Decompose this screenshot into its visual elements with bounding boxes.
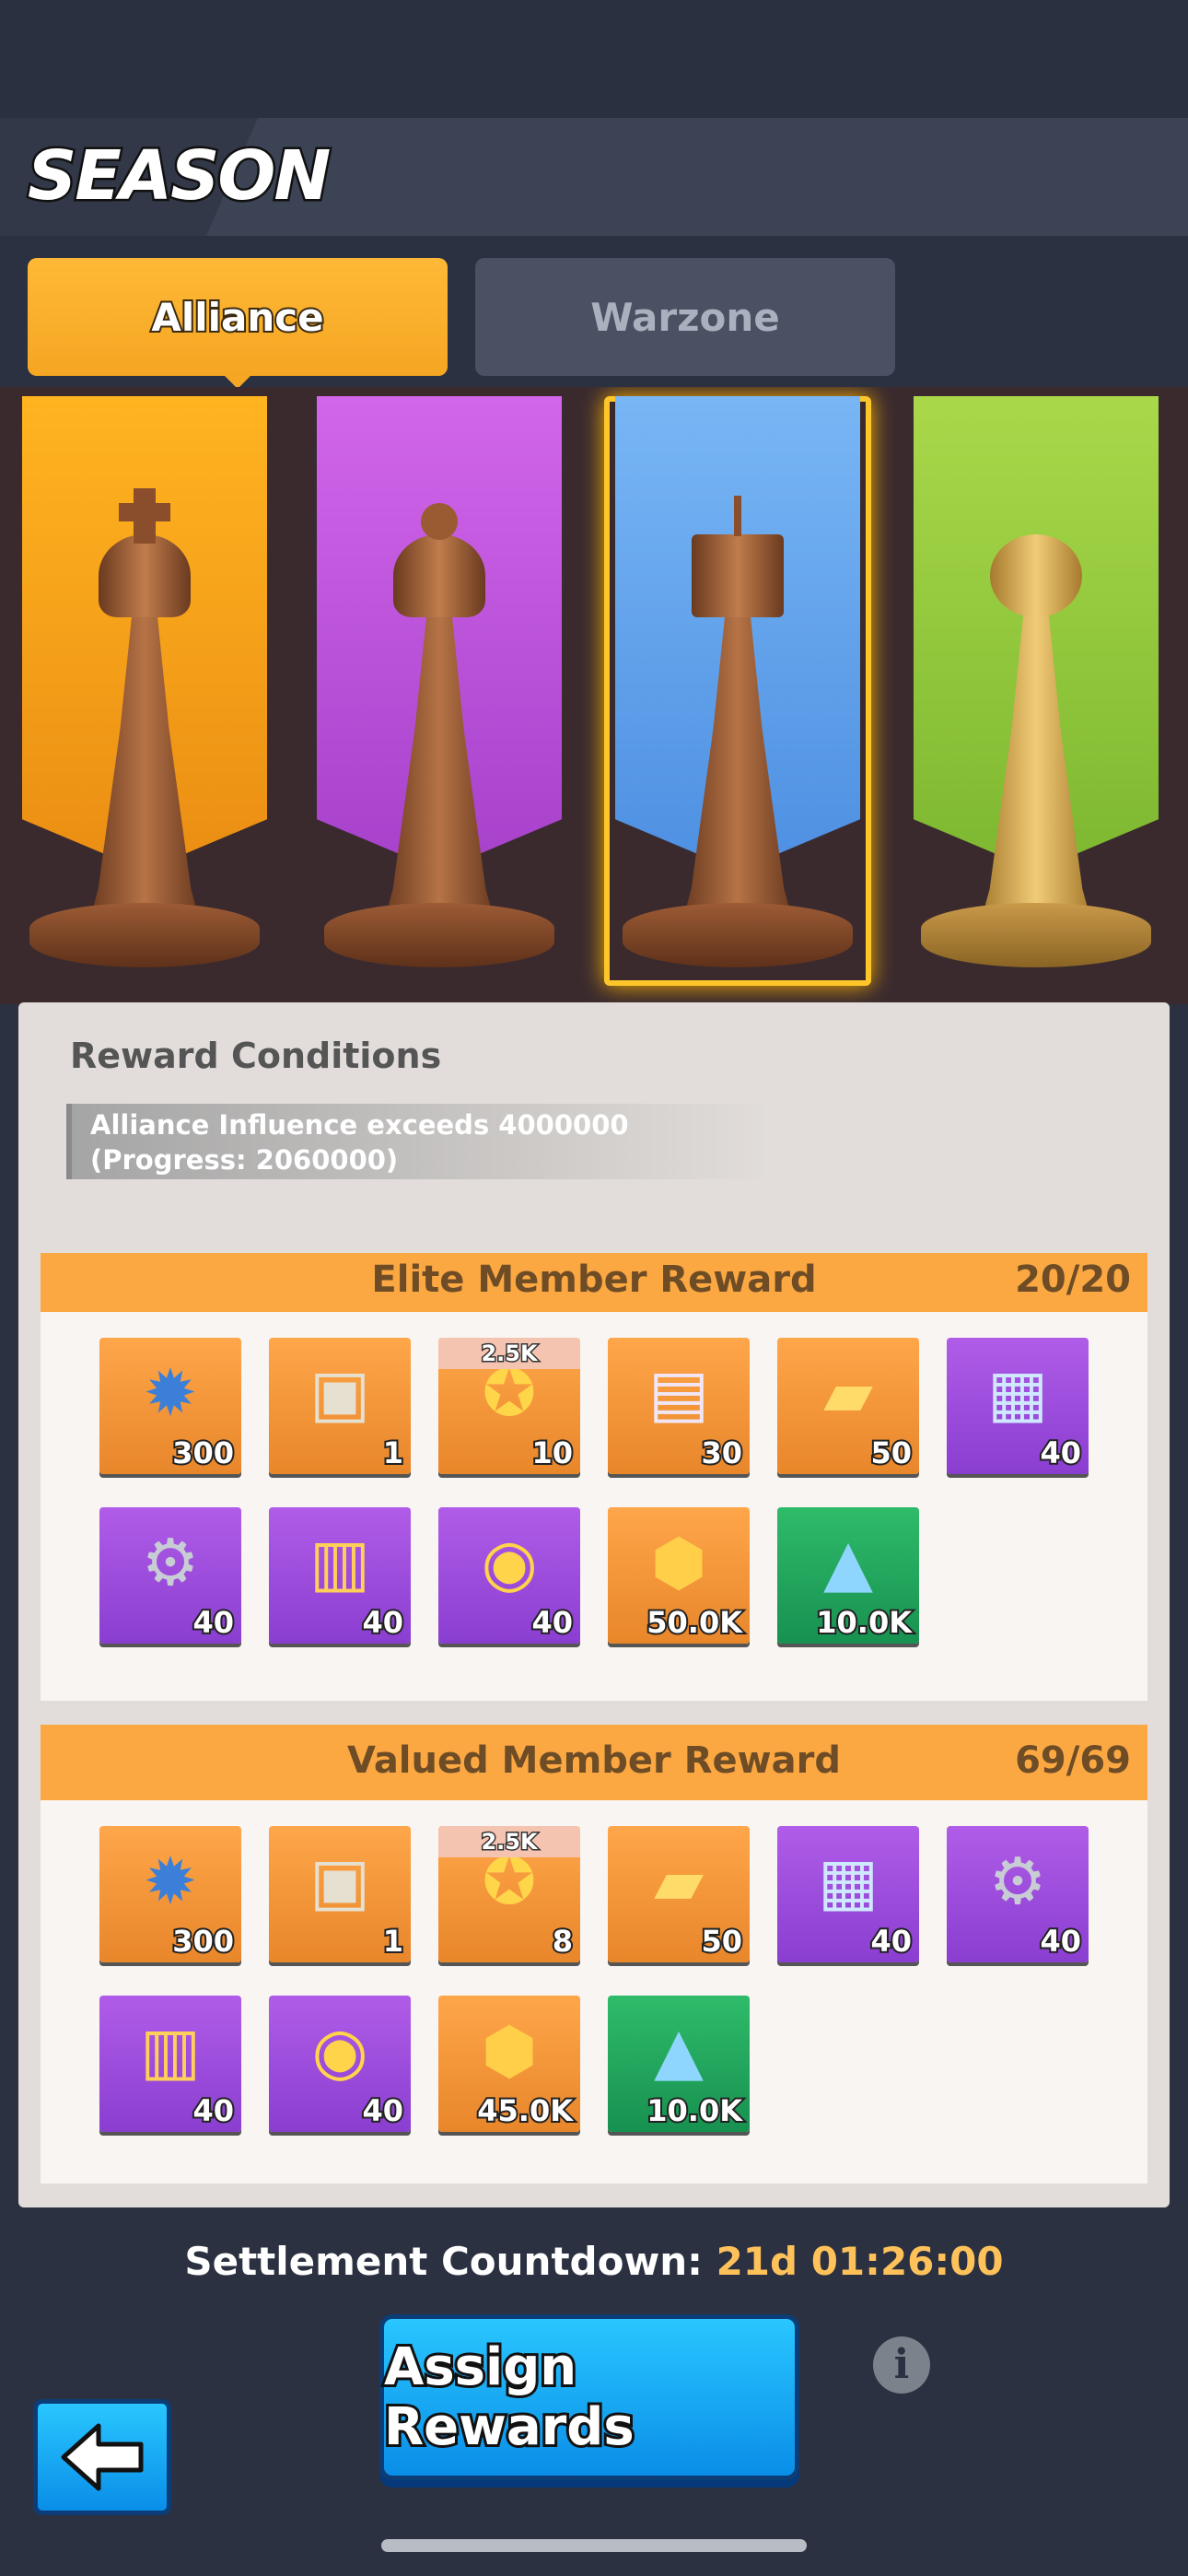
valued-section-title: Valued Member Reward	[347, 1739, 841, 1782]
cash-crate-icon: ▦	[817, 1844, 879, 1919]
gold-ticket-icon: ▰	[823, 1355, 873, 1431]
king-piece-icon	[99, 534, 191, 617]
reward-item[interactable]: ▥ 40	[269, 1507, 411, 1644]
reward-quantity: 30	[699, 1434, 743, 1472]
reward-item[interactable]: ◉ 40	[438, 1507, 580, 1644]
info-icon[interactable]: i	[873, 2336, 930, 2394]
reward-tag: 2.5K	[438, 1826, 580, 1857]
conditions-title: Reward Conditions	[70, 1036, 442, 1076]
coin-crate-icon: ◉	[481, 1525, 538, 1600]
reward-quantity: 40	[360, 1603, 404, 1642]
reward-item[interactable]: ▣ 1	[269, 1338, 411, 1474]
crystal-icon: ▲	[654, 2013, 704, 2089]
tier-carousel	[0, 387, 1188, 1004]
reward-panel: Reward Conditions Alliance Influence exc…	[18, 1002, 1170, 2207]
reward-quantity: 40	[191, 2091, 235, 2130]
cash-crate-icon: ▦	[986, 1355, 1049, 1431]
pawn-piece-icon	[990, 534, 1082, 617]
page-title: SEASON	[25, 135, 332, 218]
reward-quantity: 10	[530, 1434, 574, 1472]
reward-item[interactable]: ⬢ 50.0K	[608, 1507, 750, 1644]
reward-item[interactable]: ▣ 1	[269, 1826, 411, 1962]
settlement-countdown: Settlement Countdown: 21d 01:26:00	[0, 2239, 1188, 2284]
reward-quantity: 10.0K	[814, 1603, 914, 1642]
elite-section-title: Elite Member Reward	[371, 1259, 817, 1301]
reward-quantity: 50	[699, 1922, 743, 1961]
reward-item[interactable]: ▰ 50	[777, 1338, 919, 1474]
reward-item[interactable]: ⬢ 45.0K	[438, 1996, 580, 2132]
steel-crate-icon: ⚙	[988, 1844, 1047, 1919]
reward-quantity: 8	[551, 1922, 575, 1961]
steel-crate-icon: ⚙	[141, 1525, 200, 1600]
countdown-label: Settlement Countdown:	[184, 2239, 703, 2284]
treasure-chest-icon: ▣	[309, 1844, 371, 1919]
reward-quantity: 1	[381, 1922, 405, 1961]
elite-section-header: Elite Member Reward 20/20	[41, 1253, 1147, 1312]
elite-reward-section: Elite Member Reward 20/20 ✹ 300 ▣ 1 ✪ 2.5K 10 ▤…	[41, 1253, 1147, 1701]
reward-item[interactable]: ▲ 10.0K	[608, 1996, 750, 2132]
reward-item[interactable]: ⚙ 40	[99, 1507, 241, 1644]
reward-quantity: 300	[170, 1434, 236, 1472]
valued-section-count: 69/69	[1015, 1739, 1131, 1782]
elite-section-count: 20/20	[1015, 1259, 1131, 1301]
reward-quantity: 40	[530, 1603, 574, 1642]
reward-item[interactable]: ✹ 300	[99, 1826, 241, 1962]
tier-card-pawn[interactable]	[903, 396, 1170, 986]
reward-item[interactable]: ▥ 40	[99, 1996, 241, 2132]
countdown-time: 21d 01:26:00	[716, 2239, 1004, 2284]
tier-card-queen[interactable]	[306, 396, 573, 986]
crystal-icon: ▲	[823, 1525, 873, 1600]
assign-rewards-button[interactable]: Assign Rewards	[379, 2314, 799, 2480]
back-arrow-icon	[61, 2423, 144, 2491]
honor-medal-icon: ⬢	[481, 2013, 538, 2089]
reward-quantity: 50.0K	[645, 1603, 744, 1642]
conditions-text: Alliance Influence exceeds 4000000 (Prog…	[66, 1104, 772, 1179]
tier-card-rook[interactable]	[604, 396, 871, 986]
reward-item[interactable]: ⚙ 40	[947, 1826, 1089, 1962]
home-indicator[interactable]	[381, 2539, 807, 2552]
star-badge-icon: ✹	[143, 1844, 198, 1919]
reward-item[interactable]: ✪ 2.5K 8	[438, 1826, 580, 1962]
gold-ticket-icon: ▰	[654, 1844, 704, 1919]
reward-quantity: 50	[868, 1434, 913, 1472]
reward-quantity: 10.0K	[645, 2091, 744, 2130]
reward-item[interactable]: ▲ 10.0K	[777, 1507, 919, 1644]
reward-item[interactable]: ✪ 2.5K 10	[438, 1338, 580, 1474]
coin-crate-icon: ◉	[311, 2013, 368, 2089]
reward-quantity: 40	[1038, 1922, 1082, 1961]
reward-quantity: 40	[1038, 1434, 1082, 1472]
status-bar-area	[0, 0, 1188, 118]
honor-medal-icon: ⬢	[650, 1525, 707, 1600]
valued-section-header: Valued Member Reward 69/69	[41, 1725, 1147, 1800]
reward-item[interactable]: ▦ 40	[947, 1338, 1089, 1474]
ammo-crate-icon: ▥	[139, 2013, 202, 2089]
tab-warzone[interactable]: Warzone	[475, 258, 895, 376]
star-badge-icon: ✹	[143, 1355, 198, 1431]
reward-item[interactable]: ◉ 40	[269, 1996, 411, 2132]
valued-reward-section: Valued Member Reward 69/69 ✹ 300 ▣ 1 ✪ 2.5K 8 ▰…	[41, 1725, 1147, 2184]
card-pack-icon: ▤	[647, 1355, 710, 1431]
tab-alliance[interactable]: Alliance	[28, 258, 448, 389]
reward-quantity: 40	[360, 2091, 404, 2130]
rook-piece-icon	[692, 534, 784, 617]
reward-item[interactable]: ▤ 30	[608, 1338, 750, 1474]
reward-item[interactable]: ✹ 300	[99, 1338, 241, 1474]
reward-tag: 2.5K	[438, 1338, 580, 1369]
reward-item[interactable]: ▰ 50	[608, 1826, 750, 1962]
reward-quantity: 45.0K	[475, 2091, 575, 2130]
reward-quantity: 300	[170, 1922, 236, 1961]
treasure-chest-icon: ▣	[309, 1355, 371, 1431]
ammo-crate-icon: ▥	[309, 1525, 371, 1600]
reward-quantity: 40	[868, 1922, 913, 1961]
queen-piece-icon	[393, 534, 485, 617]
back-button[interactable]	[33, 2399, 171, 2515]
reward-quantity: 1	[381, 1434, 405, 1472]
tier-card-king[interactable]	[11, 396, 278, 986]
reward-quantity: 40	[191, 1603, 235, 1642]
reward-item[interactable]: ▦ 40	[777, 1826, 919, 1962]
